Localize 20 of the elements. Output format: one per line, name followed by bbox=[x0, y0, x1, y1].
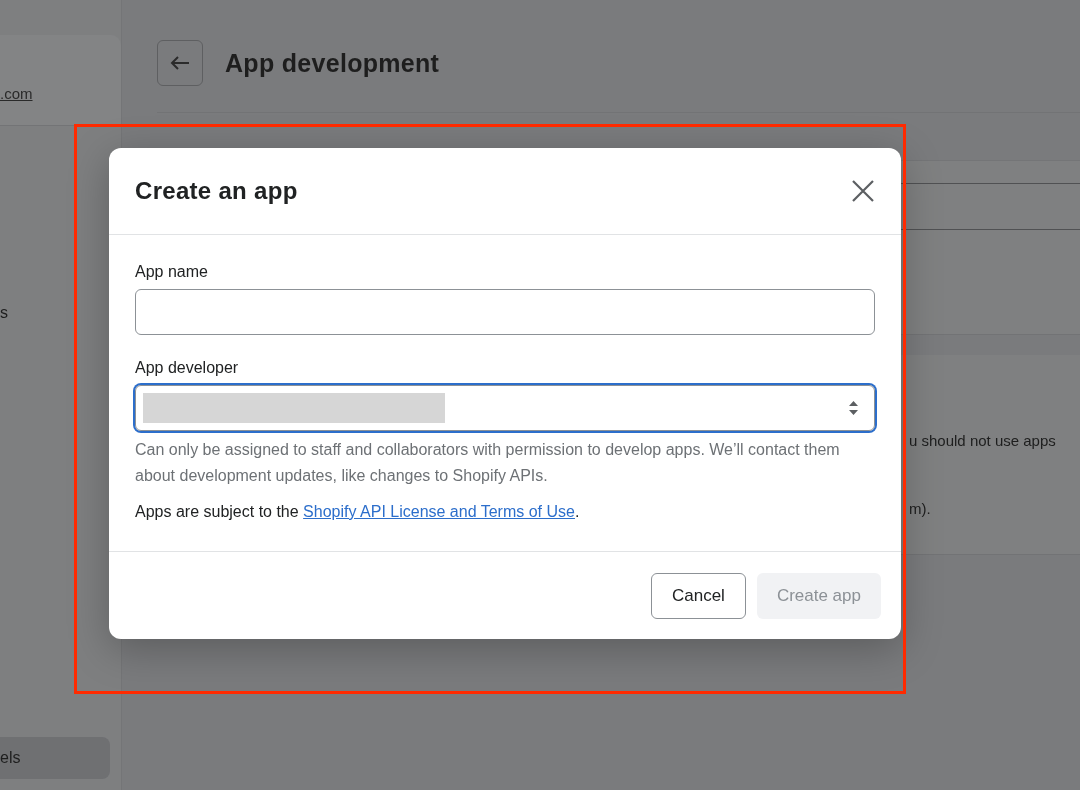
back-button[interactable] bbox=[157, 40, 203, 86]
sidebar-item[interactable]: els bbox=[0, 737, 110, 779]
field-label: App developer bbox=[135, 359, 240, 377]
dialog-title: Create an app bbox=[135, 177, 298, 205]
close-icon bbox=[851, 179, 875, 203]
notice-text: u should not use apps bbox=[909, 432, 1057, 449]
cancel-button[interactable]: Cancel bbox=[650, 572, 746, 619]
help-text: Can only be assigned to staff and collaborators with permission to develop apps. We’ll contact them about development updates, like changes to Shopify APIs. bbox=[135, 440, 841, 486]
updown-caret-icon bbox=[849, 401, 858, 415]
developer-select[interactable] bbox=[135, 385, 875, 431]
app-name-input[interactable] bbox=[135, 289, 875, 335]
notice-text: m). bbox=[909, 500, 932, 517]
terms-link[interactable]: Shopify API License and Terms of Use bbox=[303, 503, 575, 520]
sidebar-item[interactable]: s bbox=[0, 292, 110, 334]
arrow-left-icon bbox=[170, 55, 190, 71]
close-button[interactable] bbox=[851, 179, 875, 203]
page-title: App development bbox=[225, 48, 440, 78]
field-label: App name bbox=[135, 263, 209, 281]
store-link[interactable]: .com bbox=[0, 85, 33, 102]
terms-text: Apps are subject to the Shopify API License and Terms of Use. bbox=[135, 502, 581, 522]
